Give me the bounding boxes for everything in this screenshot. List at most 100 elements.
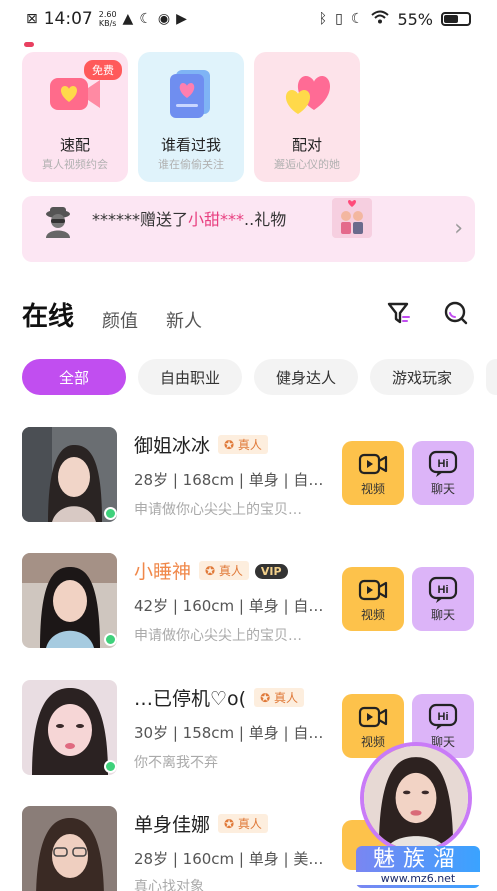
verified-real-label: 真人 (237, 438, 262, 452)
who-viewed-me-title: 谁看过我 (160, 136, 221, 154)
gift-sender: ******赠送了 (92, 210, 189, 229)
user-avatar[interactable] (22, 427, 117, 522)
chat-label: 聊天 (430, 607, 455, 622)
tab-newcomers[interactable]: 新人 (166, 307, 202, 333)
svg-text:Hi: Hi (438, 711, 449, 723)
verified-real-badge: ✪ 真人 (218, 435, 268, 454)
chip-freelancer[interactable]: 自由职业 (138, 359, 242, 395)
user-name-text: 御姐冰冰 (134, 435, 211, 457)
video-call-label: 视频 (360, 481, 385, 496)
user-info: 42岁 | 160cm | 单身 | 自… (134, 597, 324, 615)
verified-real-badge: ✪ 真人 (254, 688, 304, 707)
verified-real-label: 真人 (237, 817, 262, 831)
who-viewed-me-card[interactable]: 谁看过我 谁在偷偷关注 (138, 52, 244, 182)
user-name-text: …已停机♡o( (134, 688, 247, 710)
hi-chat-icon: Hi (428, 703, 458, 730)
feature-cards: 免费 速配 真人视频约会 谁看过我 谁在偷偷关注 配对 邂逅心仪的她 (22, 52, 360, 182)
user-info: 28岁 | 168cm | 单身 | 自… (134, 471, 324, 489)
hi-chat-icon: Hi (428, 450, 458, 477)
quick-match-subtitle: 真人视频约会 (42, 158, 108, 171)
quick-match-title: 速配 (59, 136, 90, 154)
anonymous-user-icon (46, 207, 70, 238)
pair-title: 配对 (291, 136, 322, 154)
chip-gamer[interactable]: 游戏玩家 (370, 359, 474, 395)
chip-all[interactable]: 全部 (22, 359, 126, 395)
user-name: …已停机♡o( ✪ 真人 (134, 684, 304, 711)
online-status-dot (104, 507, 117, 520)
online-status-dot (104, 633, 117, 646)
network-speed-unit: KB/s (98, 19, 117, 28)
play-notification-icon: ▶ (176, 11, 187, 27)
watermark-brand: 魅族溜 (372, 847, 463, 872)
site-watermark: 魅族溜 www.mz6.net (356, 846, 480, 888)
video-camera-icon (358, 453, 388, 474)
who-viewed-me-subtitle: 谁在偷偷关注 (158, 158, 224, 171)
wifi-icon (371, 10, 390, 28)
user-info: 28岁 | 160cm | 单身 | 美… (134, 850, 324, 868)
sim-off-icon: ⊠ (26, 11, 38, 27)
vibrate-icon: ▯ (335, 11, 343, 27)
user-name: 小睡神 ✪ 真人 VIP (134, 557, 288, 584)
user-list-item[interactable]: 小睡神 ✪ 真人 VIP 42岁 | 160cm | 单身 | 自… 申请做你心尖尖… (22, 553, 482, 649)
chat-button[interactable]: Hi 聊天 (412, 441, 474, 505)
status-time: 14:07 (43, 9, 93, 29)
user-name-text: 小睡神 (134, 561, 192, 583)
double-heart-icon (285, 76, 331, 114)
bluetooth-icon: ᛒ (318, 11, 328, 27)
video-call-button[interactable]: 视频 (342, 567, 404, 631)
watermark-url: www.mz6.net (356, 872, 480, 885)
hi-chat-icon: Hi (428, 576, 458, 603)
active-tab-indicator (24, 42, 34, 47)
online-status-dot (104, 760, 117, 773)
user-avatar[interactable] (22, 553, 117, 648)
pair-subtitle: 邂逅心仪的她 (274, 158, 340, 171)
floating-video-preview[interactable] (360, 742, 472, 854)
verified-real-label: 真人 (218, 564, 243, 578)
video-call-label: 视频 (360, 734, 385, 749)
gift-suffix: ..礼物 (244, 210, 287, 229)
chat-label: 聊天 (430, 481, 455, 496)
chip-fitness[interactable]: 健身达人 (254, 359, 358, 395)
user-avatar[interactable] (22, 806, 117, 891)
network-speed-value: 2.60 (98, 10, 117, 19)
chevron-right-icon: › (454, 216, 463, 241)
interest-chips: 全部 自由职业 健身达人 游戏玩家 (22, 359, 497, 395)
verified-real-label: 真人 (273, 691, 298, 705)
battery-percent: 55% (397, 9, 433, 29)
battery-fill (444, 15, 459, 23)
gift-image (332, 198, 372, 238)
gift-recipient: 小甜*** (188, 210, 245, 229)
chat-button[interactable]: Hi 聊天 (412, 567, 474, 631)
verified-real-badge: ✪ 真人 (218, 814, 268, 833)
video-camera-icon (358, 579, 388, 600)
category-tabs: 在线 颜值 新人 (22, 296, 202, 333)
user-bio: 申请做你心尖尖上的宝贝… (134, 502, 302, 518)
user-name-text: 单身佳娜 (134, 814, 211, 836)
video-heart-icon (50, 78, 100, 110)
svg-text:Hi: Hi (438, 458, 449, 470)
pair-card[interactable]: 配对 邂逅心仪的她 (254, 52, 360, 182)
user-bio: 申请做你心尖尖上的宝贝… (134, 628, 302, 644)
tab-looks[interactable]: 颜值 (102, 307, 138, 333)
user-name: 御姐冰冰 ✪ 真人 (134, 431, 268, 458)
profile-card-heart-icon (170, 70, 210, 118)
chip-more[interactable] (486, 359, 497, 395)
gift-banner[interactable]: ******赠送了小甜***..礼物 › (22, 196, 475, 262)
user-list-item[interactable]: 御姐冰冰 ✪ 真人 28岁 | 168cm | 单身 | 自… 申请做你心尖尖上的… (22, 427, 482, 523)
vip-badge: VIP (254, 564, 288, 579)
svg-text:Hi: Hi (438, 584, 449, 596)
user-info: 30岁 | 158cm | 单身 | 自… (134, 724, 324, 742)
gift-message: ******赠送了小甜***..礼物 (92, 206, 286, 230)
video-call-label: 视频 (360, 607, 385, 622)
search-icon[interactable] (443, 300, 469, 326)
tab-online[interactable]: 在线 (22, 296, 74, 333)
filter-icon[interactable] (386, 300, 412, 326)
verified-real-badge: ✪ 真人 (199, 561, 249, 580)
user-avatar[interactable] (22, 680, 117, 775)
warning-icon: ▲ (122, 11, 134, 27)
quick-match-card[interactable]: 免费 速配 真人视频约会 (22, 52, 128, 182)
app-notification-icon: ◉ (157, 11, 171, 27)
do-not-disturb-icon: ☾ (350, 11, 364, 27)
video-call-button[interactable]: 视频 (342, 441, 404, 505)
network-speed: 2.60 KB/s (99, 10, 117, 28)
